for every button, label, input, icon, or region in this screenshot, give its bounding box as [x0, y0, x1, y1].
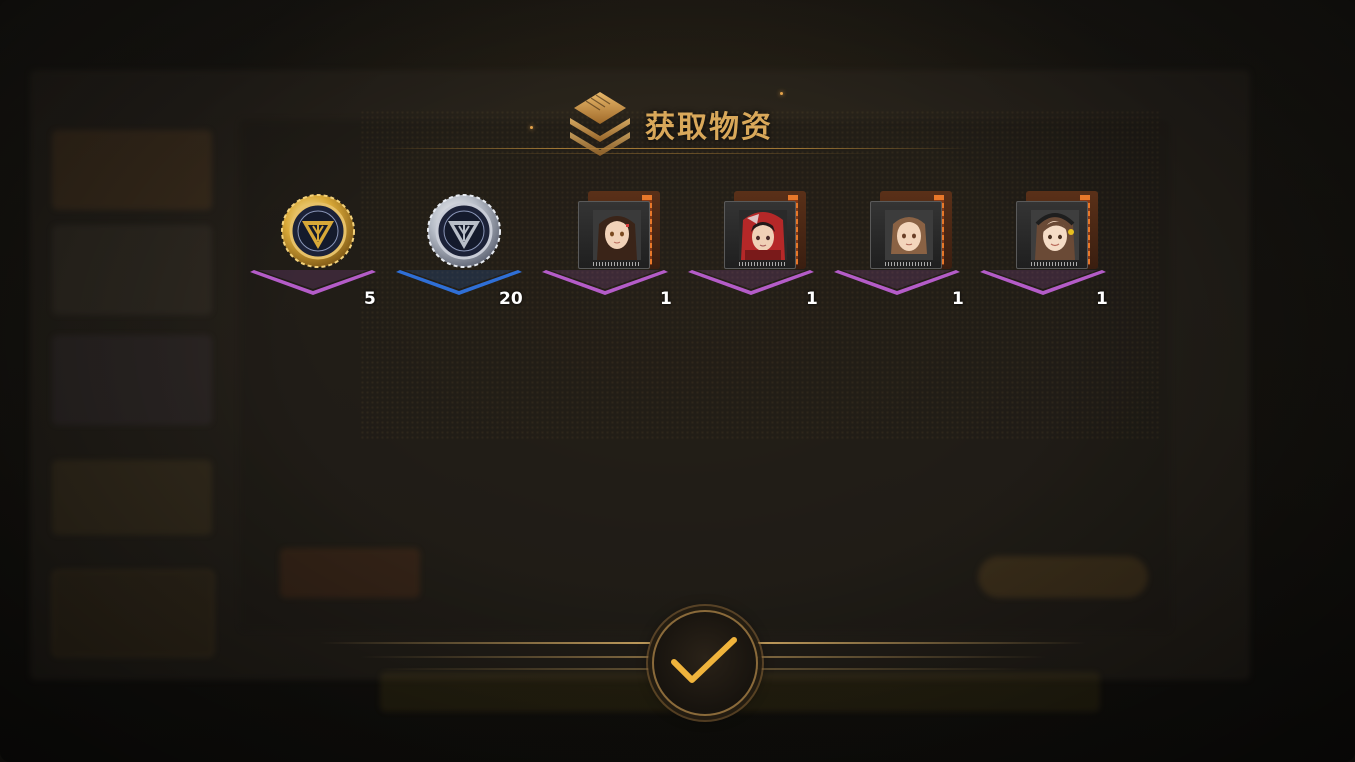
reward-item[interactable]: 1	[686, 185, 826, 315]
reward-item[interactable]: 5	[248, 185, 388, 315]
character-portrait	[885, 210, 933, 260]
confirm-divider-right	[756, 668, 1026, 670]
confirm-divider-left	[320, 642, 650, 644]
header-divider	[380, 148, 970, 149]
reward-item[interactable]: 1	[978, 185, 1118, 315]
reward-quantity: 1	[952, 289, 964, 309]
character-portrait	[739, 210, 787, 260]
character-card-icon	[852, 185, 952, 275]
character-portrait	[593, 210, 641, 260]
background-list-item	[52, 225, 212, 315]
background-list-item	[52, 335, 212, 425]
reward-popup-screen: 获取物资 5 20 1 1 1 1	[0, 0, 1355, 762]
rarity-indicator	[248, 267, 378, 297]
character-card-icon	[560, 185, 660, 275]
background-list-item	[52, 460, 212, 535]
reward-quantity: 1	[1096, 289, 1108, 309]
character-card-icon	[998, 185, 1098, 275]
confirm-divider-right	[756, 656, 1046, 658]
confirm-divider-right	[756, 642, 1086, 644]
stacked-diamond-icon	[566, 90, 634, 156]
rarity-indicator	[832, 267, 962, 297]
confirm-button[interactable]	[652, 610, 758, 716]
popup-header: 获取物资	[0, 88, 1355, 158]
character-card-icon	[706, 185, 806, 275]
character-portrait	[1031, 210, 1079, 260]
checkmark-icon	[671, 637, 737, 683]
background-list-item	[52, 570, 214, 657]
popup-title: 获取物资	[645, 110, 773, 145]
background-tag	[280, 548, 420, 598]
rarity-indicator	[540, 267, 670, 297]
reward-quantity: 1	[806, 289, 818, 309]
spark-decoration	[780, 92, 783, 95]
reward-item[interactable]: 20	[394, 185, 534, 315]
spark-decoration	[530, 126, 533, 129]
reward-item[interactable]: 1	[540, 185, 680, 315]
reward-quantity: 1	[660, 289, 672, 309]
reward-item[interactable]: 1	[832, 185, 972, 315]
reward-quantity: 5	[364, 289, 376, 309]
confirm-divider-left	[380, 668, 650, 670]
reward-quantity: 20	[499, 289, 523, 309]
confirm-divider-left	[360, 656, 650, 658]
rarity-indicator	[686, 267, 816, 297]
silver-emblem-token-icon	[414, 185, 514, 275]
background-button	[978, 556, 1148, 598]
rarity-indicator	[978, 267, 1108, 297]
header-divider-inner	[460, 153, 890, 154]
gold-emblem-token-icon	[268, 185, 368, 275]
